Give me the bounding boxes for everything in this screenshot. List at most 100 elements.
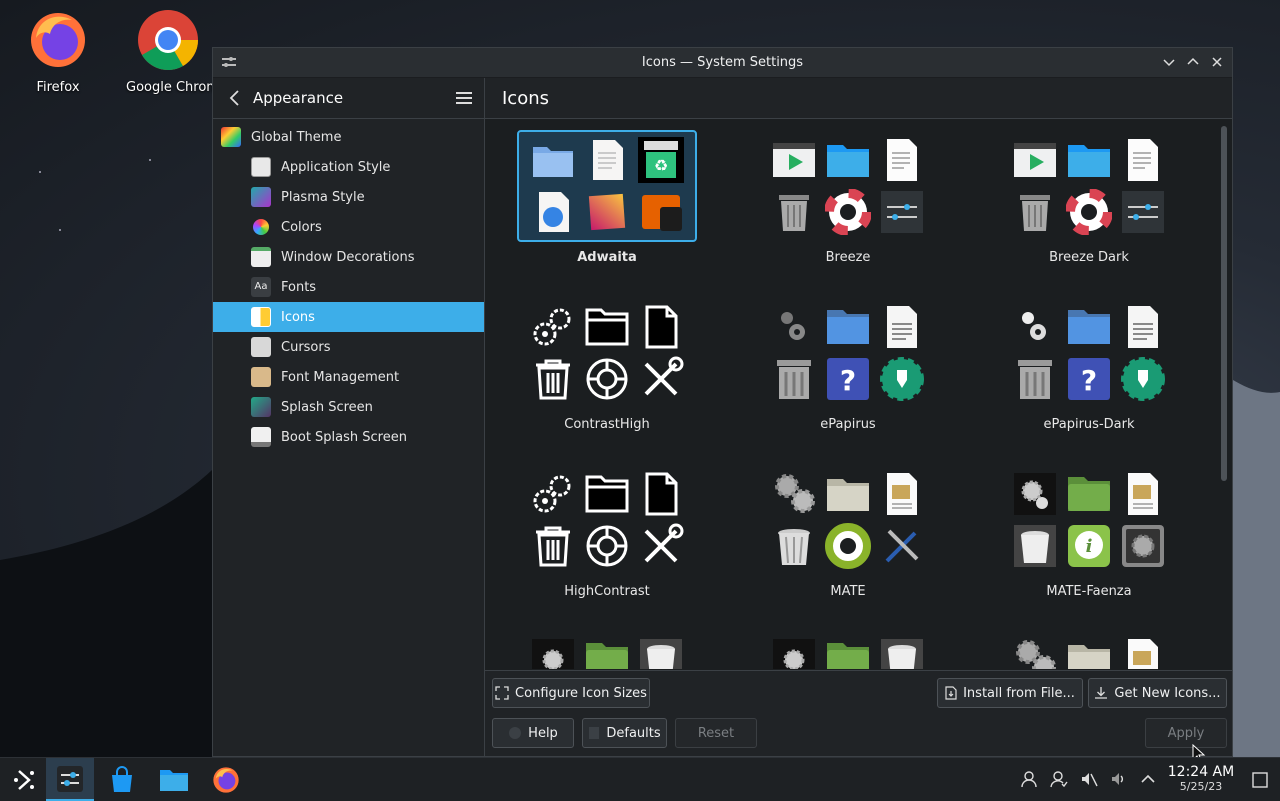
back-arrow-icon[interactable] (225, 88, 245, 108)
desktop-icon-firefox[interactable]: Firefox (10, 8, 106, 95)
theme-card-partial[interactable] (758, 631, 938, 669)
splash-screen-icon (251, 397, 271, 417)
close-button[interactable] (1208, 53, 1226, 71)
svg-text:i: i (1086, 536, 1093, 557)
theme-card-breeze-dark[interactable]: Breeze Dark (999, 130, 1179, 265)
taskbar: 12:24 AM 5/25/23 (0, 757, 1280, 801)
sidebar-item-boot-splash-screen[interactable]: Boot Splash Screen (213, 422, 484, 452)
sidebar-item-font-management[interactable]: Font Management (213, 362, 484, 392)
firefox-icon (31, 13, 85, 67)
icons-icon (251, 307, 271, 327)
sidebar-item-icons[interactable]: Icons (213, 302, 484, 332)
maximize-button[interactable] (1184, 53, 1202, 71)
apply-button[interactable]: Apply (1145, 718, 1227, 748)
gears-icon (773, 639, 815, 669)
get-new-icons-button[interactable]: Get New Icons... (1088, 678, 1227, 708)
sidebar-item-window-decorations[interactable]: Window Decorations (213, 242, 484, 272)
theme-card-mate-faenza[interactable]: i MATE-Faenza (999, 464, 1179, 599)
info-icon: i (1068, 525, 1110, 567)
theme-card-highcontrast[interactable]: HighContrast (517, 464, 697, 599)
theme-preview (517, 464, 697, 576)
button-label: Defaults (606, 725, 661, 741)
gears-icon (533, 475, 571, 513)
trash-icon (777, 360, 811, 399)
theme-card-partial[interactable] (999, 631, 1179, 669)
document-icon (593, 140, 623, 180)
theme-card-breeze[interactable]: Breeze (758, 130, 938, 265)
minimize-button[interactable] (1160, 53, 1178, 71)
sidebar-item-label: Icons (281, 309, 315, 325)
trash-icon (778, 529, 810, 565)
theme-card-contrasthigh[interactable]: ContrastHigh (517, 297, 697, 432)
button-label: Install from File... (963, 685, 1075, 701)
volume-muted-icon[interactable] (1080, 770, 1098, 788)
theme-card-epapirus-dark[interactable]: ? ePapirus-Dark (999, 297, 1179, 432)
sidebar: Appearance Global Theme Application Styl… (213, 78, 485, 756)
folder-icon (1068, 477, 1110, 511)
theme-card-mate[interactable]: MATE (758, 464, 938, 599)
sidebar-item-global-theme[interactable]: Global Theme (213, 122, 484, 152)
tools-icon (644, 356, 684, 396)
trash-icon (640, 639, 682, 669)
sidebar-item-cursors[interactable]: Cursors (213, 332, 484, 362)
install-file-icon (945, 686, 957, 700)
taskbar-system-settings[interactable] (46, 758, 94, 801)
digital-clock[interactable]: 12:24 AM 5/25/23 (1162, 764, 1240, 793)
sidebar-item-fonts[interactable]: Aa Fonts (213, 272, 484, 302)
svg-text:?: ? (840, 364, 856, 397)
reset-button[interactable]: Reset (675, 718, 757, 748)
sidebar-item-label: Plasma Style (281, 189, 365, 205)
user-icon[interactable] (1020, 770, 1038, 788)
application-launcher-button[interactable] (0, 758, 48, 801)
sidebar-item-label: Cursors (281, 339, 331, 355)
theme-card-epapirus[interactable]: ? ePapirus (758, 297, 938, 432)
theme-preview (758, 464, 938, 576)
sidebar-item-label: Font Management (281, 369, 400, 385)
resize-icon (495, 686, 509, 700)
sidebar-item-colors[interactable]: Colors (213, 212, 484, 242)
show-desktop-button[interactable] (1240, 758, 1280, 801)
configure-icon-sizes-button[interactable]: Configure Icon Sizes (492, 678, 650, 708)
page-title: Icons (485, 78, 1232, 119)
system-settings-window: Icons — System Settings Appearance Globa… (212, 47, 1233, 757)
help-lifebuoy-icon (586, 358, 628, 400)
settings-gear-icon (880, 357, 924, 401)
microphone-muted-icon[interactable] (1110, 770, 1128, 788)
application-icon (642, 195, 682, 231)
folder-icon (533, 147, 573, 177)
defaults-button[interactable]: Defaults (582, 718, 667, 748)
hamburger-menu-icon[interactable] (456, 91, 472, 105)
sidebar-item-plasma-style[interactable]: Plasma Style (213, 182, 484, 212)
taskbar-dolphin[interactable] (150, 758, 198, 801)
user-switch-icon[interactable] (1050, 770, 1068, 788)
folder-icon (585, 308, 629, 346)
svg-text:♻: ♻ (654, 156, 668, 175)
system-tray (1020, 770, 1156, 788)
install-from-file-button[interactable]: Install from File... (937, 678, 1083, 708)
chevron-up-icon[interactable] (1140, 770, 1156, 788)
image-document-icon (887, 473, 917, 515)
sidebar-item-application-style[interactable]: Application Style (213, 152, 484, 182)
help-button[interactable]: Help (492, 718, 574, 748)
firefox-icon (213, 766, 239, 793)
settings-sliders-icon (1122, 191, 1164, 233)
theme-preview: i (999, 464, 1179, 576)
help-lifebuoy-icon (586, 525, 628, 567)
icon-theme-grid[interactable]: ♻ Adwaita Breeze Breeze Dark ContrastHig… (485, 119, 1220, 669)
taskbar-firefox[interactable] (202, 758, 250, 801)
document-icon (645, 305, 678, 349)
title-bar[interactable]: Icons — System Settings (213, 48, 1232, 78)
system-settings-icon (57, 765, 83, 792)
theme-preview: ♻ (517, 130, 697, 242)
sidebar-item-label: Window Decorations (281, 249, 415, 265)
taskbar-discover[interactable] (98, 758, 146, 801)
scrollbar[interactable] (1221, 126, 1227, 481)
desktop-icon-chrome[interactable]: Google Chrome (124, 8, 212, 95)
sidebar-item-splash-screen[interactable]: Splash Screen (213, 392, 484, 422)
theme-card-partial[interactable] (517, 631, 697, 669)
theme-card-adwaita[interactable]: ♻ Adwaita (517, 130, 697, 265)
gears-icon (781, 312, 805, 340)
sidebar-title: Appearance (253, 89, 344, 107)
defaults-icon (589, 727, 600, 739)
folder-icon (827, 643, 869, 669)
